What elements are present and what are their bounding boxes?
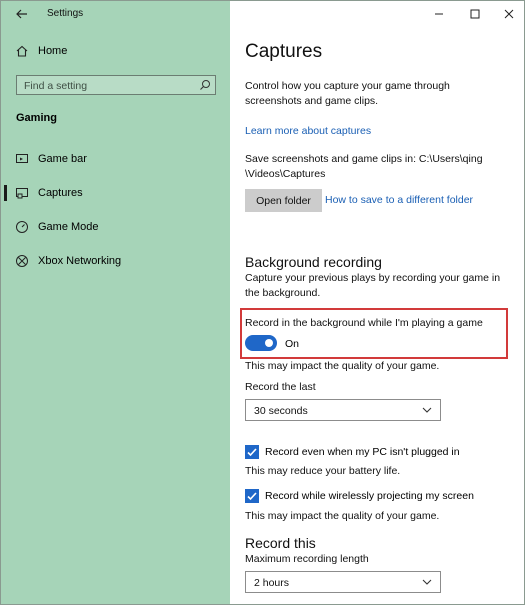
close-button[interactable] xyxy=(492,1,524,27)
settings-window: Settings Home Find a setting Gaming Game… xyxy=(0,0,525,605)
xbox-icon xyxy=(16,255,28,267)
maximize-button[interactable] xyxy=(458,1,492,27)
search-icon xyxy=(200,80,210,90)
sidebar-item-label: Game bar xyxy=(38,153,87,165)
max-length-label: Maximum recording length xyxy=(245,553,369,565)
background-desc-line2: the background. xyxy=(245,287,321,299)
battery-note: This may reduce your battery life. xyxy=(245,465,401,477)
search-input[interactable]: Find a setting xyxy=(16,75,216,95)
max-length-value: 2 hours xyxy=(254,577,290,589)
back-button[interactable] xyxy=(11,5,33,23)
save-location-line1: Save screenshots and game clips in: C:\U… xyxy=(245,153,483,165)
save-location-line2: \Videos\Captures xyxy=(245,168,326,180)
chevron-down-icon xyxy=(422,579,432,585)
home-icon xyxy=(16,45,28,57)
plugged-in-label: Record even when my PC isn't plugged in xyxy=(265,446,460,458)
record-last-value: 30 seconds xyxy=(254,405,308,417)
title-bar: Settings xyxy=(1,1,230,27)
background-recording-heading: Background recording xyxy=(245,254,382,270)
toggle-knob xyxy=(265,339,273,347)
sidebar-item-captures[interactable]: Captures xyxy=(1,182,230,204)
maximize-icon xyxy=(470,9,480,19)
learn-more-link[interactable]: Learn more about captures xyxy=(245,125,371,137)
sidebar-item-xbox-networking[interactable]: Xbox Networking xyxy=(1,250,230,272)
intro-text-line1: Control how you capture your game throug… xyxy=(245,80,450,92)
record-this-heading: Record this xyxy=(245,535,316,551)
sidebar-section-title: Gaming xyxy=(16,112,57,124)
search-placeholder: Find a setting xyxy=(24,80,88,92)
back-arrow-icon xyxy=(16,9,27,19)
chevron-down-icon xyxy=(422,407,432,413)
record-last-label: Record the last xyxy=(245,381,316,393)
sidebar-item-game-mode[interactable]: Game Mode xyxy=(1,216,230,238)
background-toggle-label: Record in the background while I'm playi… xyxy=(245,317,483,329)
captures-icon xyxy=(16,188,28,199)
impact-note: This may impact the quality of your game… xyxy=(245,360,440,372)
page-title: Captures xyxy=(245,41,323,62)
checkmark-icon xyxy=(247,492,257,501)
close-icon xyxy=(504,9,514,19)
record-last-dropdown[interactable]: 30 seconds xyxy=(245,399,441,421)
how-to-save-link[interactable]: How to save to a different folder xyxy=(325,194,473,206)
checkmark-icon xyxy=(247,448,257,457)
sidebar-item-label: Captures xyxy=(38,187,83,199)
toggle-state-label: On xyxy=(285,338,300,350)
wireless-projection-checkbox[interactable] xyxy=(245,489,259,503)
sidebar-item-game-bar[interactable]: Game bar xyxy=(1,148,230,170)
game-bar-icon xyxy=(16,154,28,163)
window-title: Settings xyxy=(47,8,84,19)
sidebar-item-label: Xbox Networking xyxy=(38,255,122,267)
sidebar-item-label: Game Mode xyxy=(38,221,99,233)
active-indicator xyxy=(4,185,7,201)
minimize-button[interactable] xyxy=(422,1,456,27)
quality-note: This may impact the quality of your game… xyxy=(245,510,440,522)
intro-text-line2: screenshots and game clips. xyxy=(245,95,379,107)
sidebar: Settings Home Find a setting Gaming Game… xyxy=(1,1,230,604)
plugged-in-checkbox[interactable] xyxy=(245,445,259,459)
main-content: Captures Control how you capture your ga… xyxy=(230,1,524,604)
background-desc-line1: Capture your previous plays by recording… xyxy=(245,272,501,284)
open-folder-button[interactable]: Open folder xyxy=(245,189,322,212)
wireless-projection-label: Record while wirelessly projecting my sc… xyxy=(265,490,474,502)
game-mode-icon xyxy=(16,221,28,233)
max-length-dropdown[interactable]: 2 hours xyxy=(245,571,441,593)
sidebar-item-home[interactable]: Home xyxy=(1,41,230,63)
sidebar-item-label: Home xyxy=(38,45,68,57)
background-recording-toggle[interactable] xyxy=(245,335,277,351)
minimize-icon xyxy=(435,13,443,15)
